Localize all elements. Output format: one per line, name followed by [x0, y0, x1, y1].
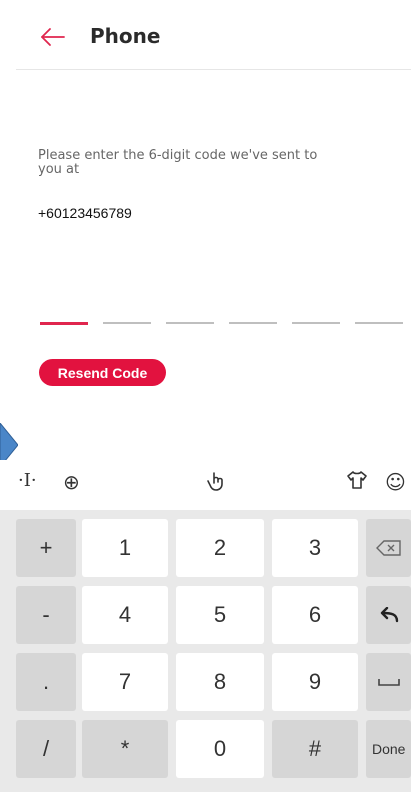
key-2[interactable]: 2: [176, 519, 264, 577]
code-digit-4[interactable]: [229, 322, 277, 324]
done-button[interactable]: Done: [366, 720, 411, 778]
instruction-line-2: you at: [38, 162, 80, 177]
resend-code-button[interactable]: Resend Code: [39, 359, 166, 386]
cursor-icon[interactable]: ·I·: [18, 470, 37, 491]
emoji-icon[interactable]: ☺: [385, 470, 406, 494]
code-digit-6[interactable]: [355, 322, 403, 324]
app-header: Phone: [0, 0, 411, 70]
code-digit-2[interactable]: [103, 322, 151, 324]
key-4[interactable]: 4: [82, 586, 168, 644]
key-8[interactable]: 8: [176, 653, 264, 711]
key-7[interactable]: 7: [82, 653, 168, 711]
key-minus[interactable]: -: [16, 586, 76, 644]
page-title: Phone: [90, 24, 161, 48]
arrow-left-icon: [41, 28, 65, 46]
key-plus[interactable]: +: [16, 519, 76, 577]
key-6[interactable]: 6: [272, 586, 358, 644]
keyboard-toolbar: ·I· ⊕ ☺: [0, 460, 411, 510]
space-icon[interactable]: [366, 653, 411, 711]
globe-icon[interactable]: ⊕: [63, 470, 80, 494]
numeric-keyboard: + 1 2 3 - 4 5 6 . 7 8 9 / * 0 # Done: [0, 510, 411, 792]
instruction-line-1: Please enter the 6-digit code we've sent…: [38, 148, 318, 163]
key-1[interactable]: 1: [82, 519, 168, 577]
header-divider: [16, 69, 411, 70]
code-digit-1[interactable]: [40, 322, 88, 325]
code-input[interactable]: [40, 322, 411, 325]
key-9[interactable]: 9: [272, 653, 358, 711]
instruction-text: Please enter the 6-digit code we've sent…: [38, 149, 411, 177]
enter-icon[interactable]: [366, 586, 411, 644]
phone-number: +60123456789: [38, 205, 132, 221]
shirt-icon[interactable]: [346, 470, 368, 495]
code-digit-3[interactable]: [166, 322, 214, 324]
code-digit-5[interactable]: [292, 322, 340, 324]
key-hash[interactable]: #: [272, 720, 358, 778]
key-0[interactable]: 0: [176, 720, 264, 778]
backspace-icon[interactable]: [366, 519, 411, 577]
key-5[interactable]: 5: [176, 586, 264, 644]
gesture-icon[interactable]: [206, 470, 226, 497]
key-period[interactable]: .: [16, 653, 76, 711]
key-3[interactable]: 3: [272, 519, 358, 577]
key-slash[interactable]: /: [16, 720, 76, 778]
key-asterisk[interactable]: *: [82, 720, 168, 778]
back-button[interactable]: [38, 22, 68, 52]
